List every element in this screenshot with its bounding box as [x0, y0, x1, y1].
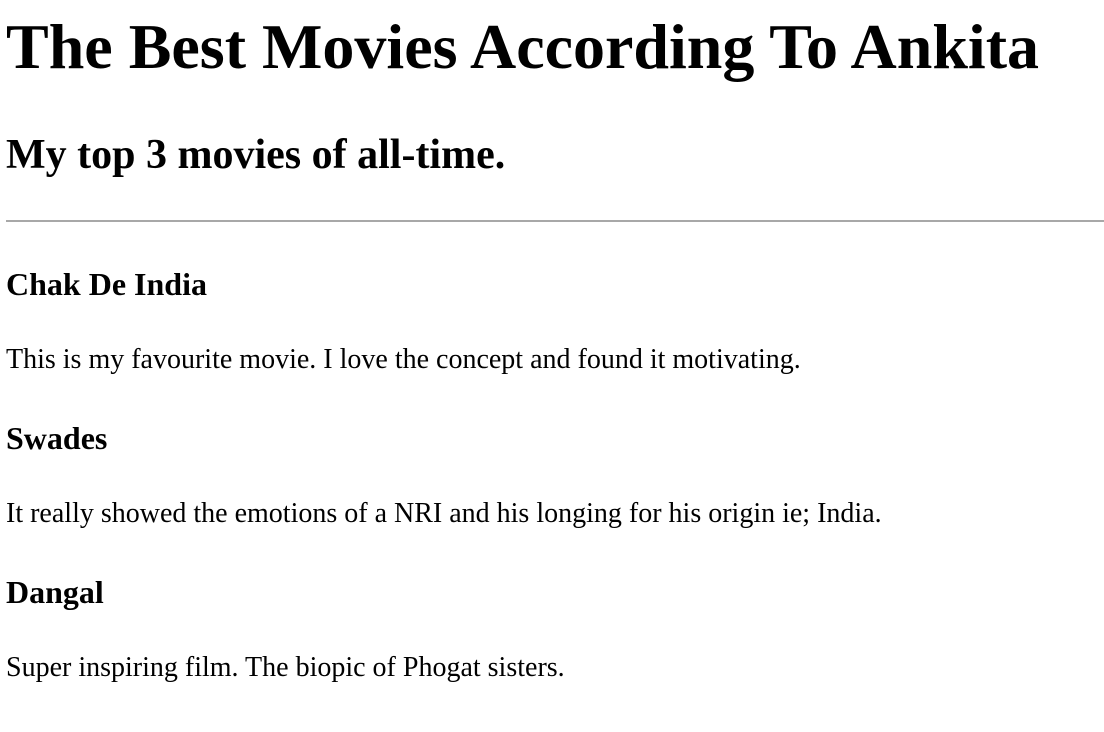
page-subtitle: My top 3 movies of all-time. — [6, 132, 506, 178]
movie-description: Super inspiring film. The biopic of Phog… — [6, 652, 565, 683]
movie-item-dangal: Dangal Super inspiring film. The biopic … — [6, 570, 1104, 724]
movie-description: This is my favourite movie. I love the c… — [6, 344, 801, 375]
movie-list: Chak De India This is my favourite movie… — [6, 262, 1104, 724]
movie-description: It really showed the emotions of a NRI a… — [6, 498, 882, 529]
movie-title: Swades — [6, 420, 108, 456]
page-title: The Best Movies According To Ankita — [6, 11, 1039, 82]
movie-title: Chak De India — [6, 266, 207, 302]
movie-item-swades: Swades It really showed the emotions of … — [6, 416, 1104, 570]
movie-item-chak-de-india: Chak De India This is my favourite movie… — [6, 262, 1104, 416]
section-divider — [6, 220, 1104, 222]
movie-title: Dangal — [6, 574, 104, 610]
